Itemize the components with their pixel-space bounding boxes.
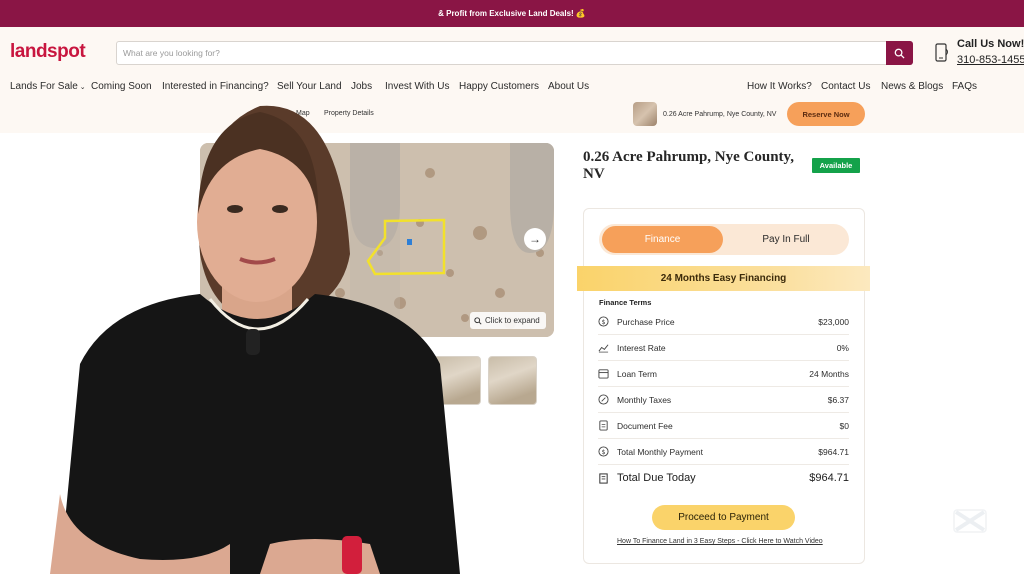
finance-terms-heading: Finance Terms	[599, 298, 652, 307]
svg-text:$: $	[601, 448, 605, 456]
zoom-icon	[474, 316, 482, 325]
term-row-total-due-today: Total Due Today $964.71	[598, 466, 849, 492]
term-row-total-monthly-payment: $ Total Monthly Payment $964.71	[598, 439, 849, 465]
chevron-down-icon: ⌄	[77, 84, 86, 91]
nav-invest-with-us[interactable]: Invest With Us	[385, 81, 449, 92]
tab-finance[interactable]: Finance	[602, 226, 723, 253]
dollar-icon: $	[598, 446, 609, 457]
dollar-icon: $	[598, 316, 609, 327]
call-label: Call Us Now!	[957, 38, 1024, 50]
term-label: Interest Rate	[617, 343, 666, 353]
trend-icon	[598, 344, 609, 353]
nav-news-blogs[interactable]: News & Blogs	[881, 81, 943, 92]
receipt-icon	[599, 473, 608, 484]
term-label: Monthly Taxes	[617, 395, 672, 405]
document-icon	[599, 420, 608, 431]
nav-sell-your-land[interactable]: Sell Your Land	[277, 81, 342, 92]
term-row-interest-rate: Interest Rate 0%	[598, 335, 849, 361]
listing-mini-thumbnail	[633, 102, 657, 126]
term-value: $0	[839, 421, 849, 431]
term-row-purchase-price: $ Purchase Price $23,000	[598, 309, 849, 335]
call-number-link[interactable]: 310-853-1455	[957, 54, 1024, 66]
proceed-to-payment-button[interactable]: Proceed to Payment	[652, 505, 795, 530]
nav-coming-soon[interactable]: Coming Soon	[91, 81, 152, 92]
tab-pay-in-full[interactable]: Pay In Full	[726, 226, 846, 253]
term-value: $964.71	[818, 447, 849, 457]
presenter-video-overlay	[50, 105, 460, 574]
search-bar	[116, 41, 913, 65]
term-value: $964.71	[809, 472, 849, 484]
subnav-listing-title: 0.26 Acre Pahrump, Nye County, NV	[663, 111, 777, 118]
term-row-monthly-taxes: Monthly Taxes $6.37	[598, 387, 849, 413]
term-label: Total Due Today	[617, 472, 696, 484]
site-logo[interactable]: landspot	[10, 41, 86, 63]
expand-label: Click to expand	[485, 316, 540, 325]
term-value: 24 Months	[809, 369, 849, 379]
nav-financing[interactable]: Interested in Financing?	[162, 81, 269, 92]
availability-badge: Available	[812, 158, 860, 173]
percent-icon	[598, 394, 609, 405]
nav-how-it-works[interactable]: How It Works?	[747, 81, 812, 92]
calendar-icon	[598, 369, 609, 379]
finance-video-link[interactable]: How To Finance Land in 3 Easy Steps - Cl…	[617, 538, 823, 545]
svg-text:$: $	[601, 318, 605, 326]
term-row-document-fee: Document Fee $0	[598, 413, 849, 439]
term-value: $23,000	[818, 317, 849, 327]
search-input[interactable]	[123, 45, 883, 61]
gallery-thumbnail[interactable]	[488, 356, 537, 405]
financing-banner: 24 Months Easy Financing	[577, 266, 870, 291]
nav-about-us[interactable]: About Us	[548, 81, 589, 92]
term-label: Document Fee	[617, 421, 673, 431]
gallery-next-button[interactable]: →	[524, 228, 546, 250]
promo-text: & Profit from Exclusive Land Deals! 💰	[438, 9, 586, 18]
term-row-loan-term: Loan Term 24 Months	[598, 361, 849, 387]
nav-faqs[interactable]: FAQs	[952, 81, 977, 92]
click-to-expand-button[interactable]: Click to expand	[470, 312, 546, 329]
arrow-right-icon: →	[529, 232, 541, 246]
reserve-now-button[interactable]: Reserve Now	[787, 102, 865, 126]
term-label: Purchase Price	[617, 317, 675, 327]
nav-happy-customers[interactable]: Happy Customers	[459, 81, 539, 92]
nav-jobs[interactable]: Jobs	[351, 81, 372, 92]
phone-icon	[935, 43, 948, 62]
listing-title: 0.26 Acre Pahrump, Nye County, NV	[583, 149, 794, 182]
term-label: Loan Term	[617, 369, 658, 379]
editor-watermark-icon	[953, 509, 987, 533]
term-label: Total Monthly Payment	[617, 447, 703, 457]
term-value: $6.37	[827, 395, 849, 405]
promo-banner: & Profit from Exclusive Land Deals! 💰	[0, 0, 1024, 27]
search-icon	[894, 48, 905, 59]
search-button[interactable]	[886, 41, 913, 65]
nav-lands-for-sale[interactable]: Lands For Sale ⌄	[10, 81, 86, 92]
term-value: 0%	[836, 343, 849, 353]
nav-contact-us[interactable]: Contact Us	[821, 81, 870, 92]
